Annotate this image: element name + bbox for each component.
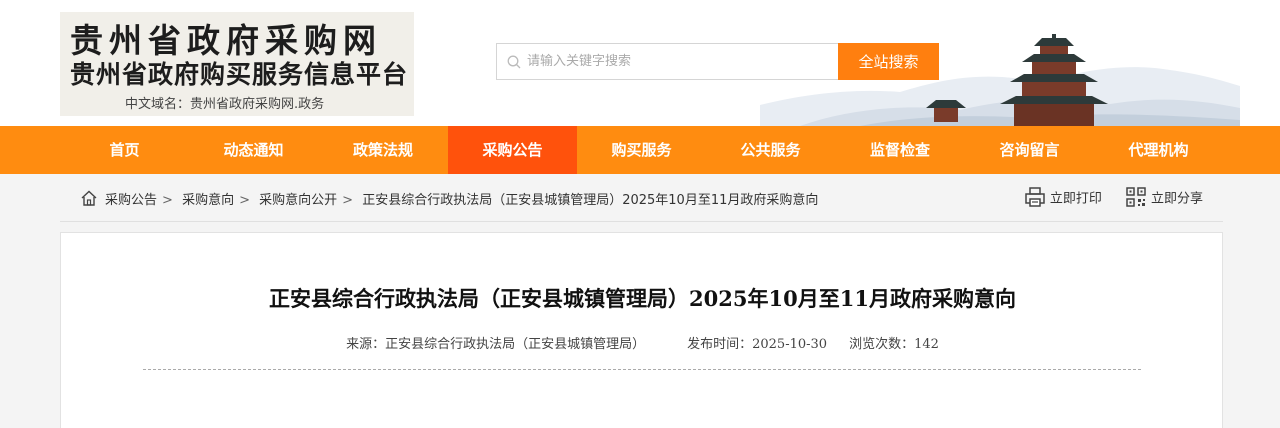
qr-code-icon bbox=[1126, 187, 1146, 207]
site-header: 贵州省政府采购网 贵州省政府购买服务信息平台 中文域名：贵州省政府采购网.政务 … bbox=[0, 0, 1280, 126]
main-nav: 首页 动态通知 政策法规 采购公告 购买服务 公共服务 监督检查 咨询留言 代理… bbox=[0, 126, 1280, 174]
nav-item-consult[interactable]: 咨询留言 bbox=[965, 126, 1094, 174]
article-meta: 来源：正安县综合行政执法局（正安县城镇管理局） 发布时间：2025-10-30 浏览… bbox=[61, 333, 1224, 352]
print-button[interactable]: 立即打印 bbox=[1024, 186, 1102, 208]
nav-item-home[interactable]: 首页 bbox=[60, 126, 189, 174]
page-tools: 立即打印 立即分享 bbox=[1006, 186, 1203, 210]
nav-item-purchase-service[interactable]: 购买服务 bbox=[577, 126, 706, 174]
logo-domain: 中文域名：贵州省政府采购网.政务 bbox=[125, 97, 325, 112]
nav-item-policy[interactable]: 政策法规 bbox=[318, 126, 448, 174]
site-logo[interactable]: 贵州省政府采购网 贵州省政府购买服务信息平台 中文域名：贵州省政府采购网.政务 bbox=[60, 12, 414, 116]
breadcrumb-link[interactable]: 采购公告 bbox=[105, 193, 157, 208]
home-icon[interactable] bbox=[80, 189, 98, 207]
breadcrumb: 采购公告 > 采购意向 > 采购意向公开 > 正安县综合行政执法局（正安县城镇管理局）… bbox=[60, 174, 1223, 222]
printer-icon bbox=[1025, 187, 1045, 207]
share-label: 立即分享 bbox=[1150, 191, 1203, 207]
nav-item-news[interactable]: 动态通知 bbox=[189, 126, 318, 174]
search-icon bbox=[507, 55, 521, 69]
logo-subtitle: 贵州省政府购买服务信息平台 bbox=[70, 60, 409, 89]
article-panel: 正安县综合行政执法局（正安县城镇管理局）2025年10月至11月政府采购意向 来… bbox=[60, 232, 1223, 428]
article-publish-time: 发布时间：2025-10-30 bbox=[687, 337, 828, 352]
share-button[interactable]: 立即分享 bbox=[1125, 186, 1203, 208]
pavilion-scenery-image bbox=[760, 34, 1240, 126]
breadcrumb-current: 正安县综合行政执法局（正安县城镇管理局）2025年10月至11月政府采购意向 bbox=[362, 193, 819, 208]
nav-item-supervision[interactable]: 监督检查 bbox=[835, 126, 965, 174]
article-source: 来源：正安县综合行政执法局（正安县城镇管理局） bbox=[346, 337, 646, 352]
divider bbox=[143, 369, 1141, 370]
breadcrumb-link[interactable]: 采购意向 bbox=[182, 193, 234, 208]
print-label: 立即打印 bbox=[1049, 191, 1102, 207]
article-view-count: 浏览次数：142 bbox=[849, 337, 939, 352]
nav-item-procurement[interactable]: 采购公告 bbox=[448, 126, 577, 174]
breadcrumb-link[interactable]: 采购意向公开 bbox=[259, 193, 337, 208]
nav-item-public-service[interactable]: 公共服务 bbox=[706, 126, 835, 174]
article-title: 正安县综合行政执法局（正安县城镇管理局）2025年10月至11月政府采购意向 bbox=[269, 286, 1016, 311]
nav-item-agency[interactable]: 代理机构 bbox=[1094, 126, 1223, 174]
breadcrumb-trail: 采购公告 > 采购意向 > 采购意向公开 > 正安县综合行政执法局（正安县城镇管理局）… bbox=[105, 193, 819, 208]
